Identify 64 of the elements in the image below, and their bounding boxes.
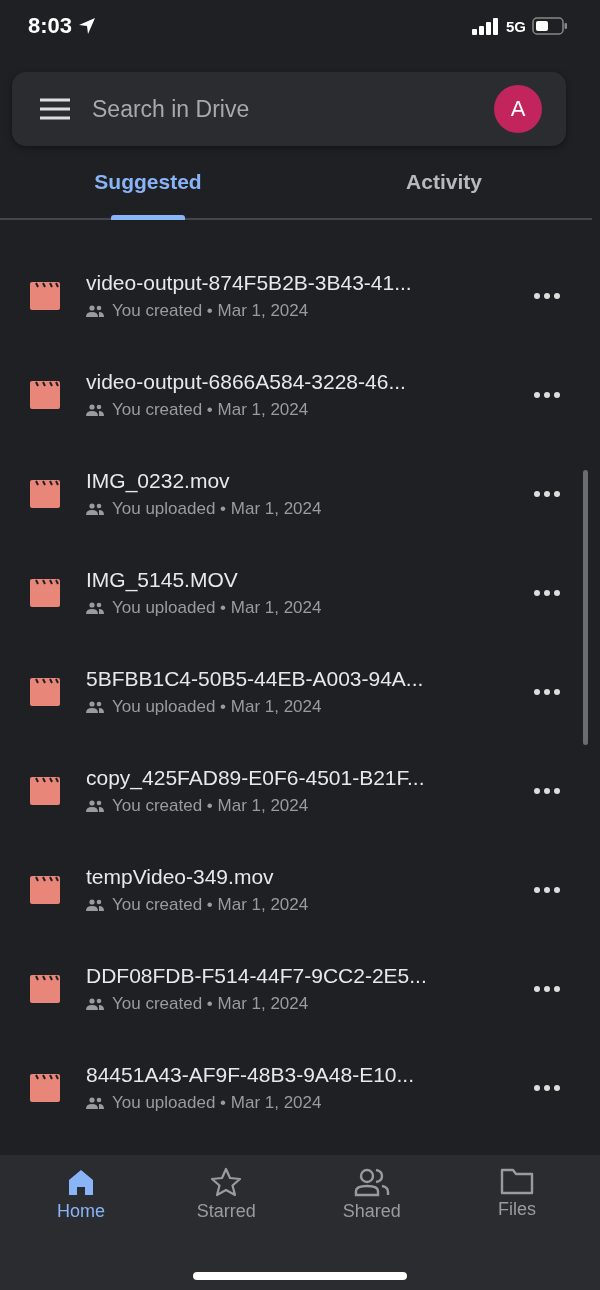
people-icon [86, 1096, 104, 1109]
file-details: You created • Mar 1, 2024 [112, 399, 309, 420]
more-icon [534, 292, 560, 299]
more-icon [534, 589, 560, 596]
file-details: You created • Mar 1, 2024 [112, 894, 309, 915]
more-icon [534, 985, 560, 992]
more-icon [534, 1084, 560, 1091]
file-name[interactable]: DDF08FDB-F514-44F7-9CC2-2E5... [86, 963, 506, 988]
nav-tab[interactable]: Home [38, 1167, 124, 1222]
file-name[interactable]: 84451A43-AF9F-48B3-9A48-E10... [86, 1062, 506, 1087]
more-icon [534, 787, 560, 794]
file-details: You created • Mar 1, 2024 [112, 795, 309, 816]
people-icon [86, 403, 104, 416]
file-name[interactable]: 5BFBB1C4-50B5-44EB-A003-94A... [86, 666, 506, 691]
file-name[interactable]: tempVideo-349.mov [86, 864, 506, 889]
people-icon [86, 700, 104, 713]
account-avatar[interactable]: A [494, 85, 542, 133]
people-icon [86, 997, 104, 1010]
nav-tab[interactable]: Shared [328, 1167, 415, 1222]
video-file-icon [28, 875, 62, 904]
file-details: You created • Mar 1, 2024 [112, 993, 309, 1014]
people-icon [86, 898, 104, 911]
file-name[interactable]: copy_425FAD89-E0F6-4501-B21F... [86, 765, 506, 790]
people-icon [86, 799, 104, 812]
more-icon [534, 490, 560, 497]
video-file-icon [28, 578, 62, 607]
file-details: You uploaded • Mar 1, 2024 [112, 1092, 322, 1113]
file-details: You uploaded • Mar 1, 2024 [112, 597, 322, 618]
status-time: 8:03 [28, 13, 73, 39]
file-details: You uploaded • Mar 1, 2024 [112, 498, 322, 519]
more-icon [534, 886, 560, 893]
battery-icon [532, 17, 568, 35]
search-field[interactable]: Search in Drive [92, 95, 472, 123]
file-name[interactable]: IMG_0232.mov [86, 468, 506, 493]
video-file-icon [28, 974, 62, 1003]
more-icon [534, 391, 560, 398]
file-name[interactable]: IMG_5145.MOV [86, 567, 506, 592]
file-details: You created • Mar 1, 2024 [112, 300, 309, 321]
video-file-icon [28, 677, 62, 706]
file-details: You uploaded • Mar 1, 2024 [112, 696, 322, 717]
file-name[interactable]: video-output-874F5B2B-3B43-41... [86, 270, 506, 295]
people-icon [86, 304, 104, 317]
people-icon [86, 601, 104, 614]
nav-tab[interactable]: Starred [183, 1167, 270, 1222]
tab[interactable]: Activity [406, 170, 482, 194]
search-bar[interactable]: Search in Drive A [12, 72, 566, 146]
nav-tab[interactable]: Files [474, 1167, 560, 1222]
signal-icon [472, 17, 500, 35]
video-file-icon [28, 380, 62, 409]
location-arrow-icon [78, 17, 97, 35]
home-icon [66, 1167, 96, 1197]
video-file-icon [28, 1073, 62, 1102]
tab[interactable]: Suggested [94, 170, 202, 194]
folder-icon [500, 1167, 534, 1195]
video-file-icon [28, 281, 62, 310]
star-icon [210, 1167, 243, 1197]
people-icon [353, 1167, 390, 1197]
more-icon [534, 688, 560, 695]
network-label: 5G [506, 17, 526, 35]
people-icon [86, 502, 104, 515]
file-name[interactable]: video-output-6866A584-3228-46... [86, 369, 506, 394]
video-file-icon [28, 479, 62, 508]
menu-icon[interactable] [40, 98, 70, 120]
video-file-icon [28, 776, 62, 805]
